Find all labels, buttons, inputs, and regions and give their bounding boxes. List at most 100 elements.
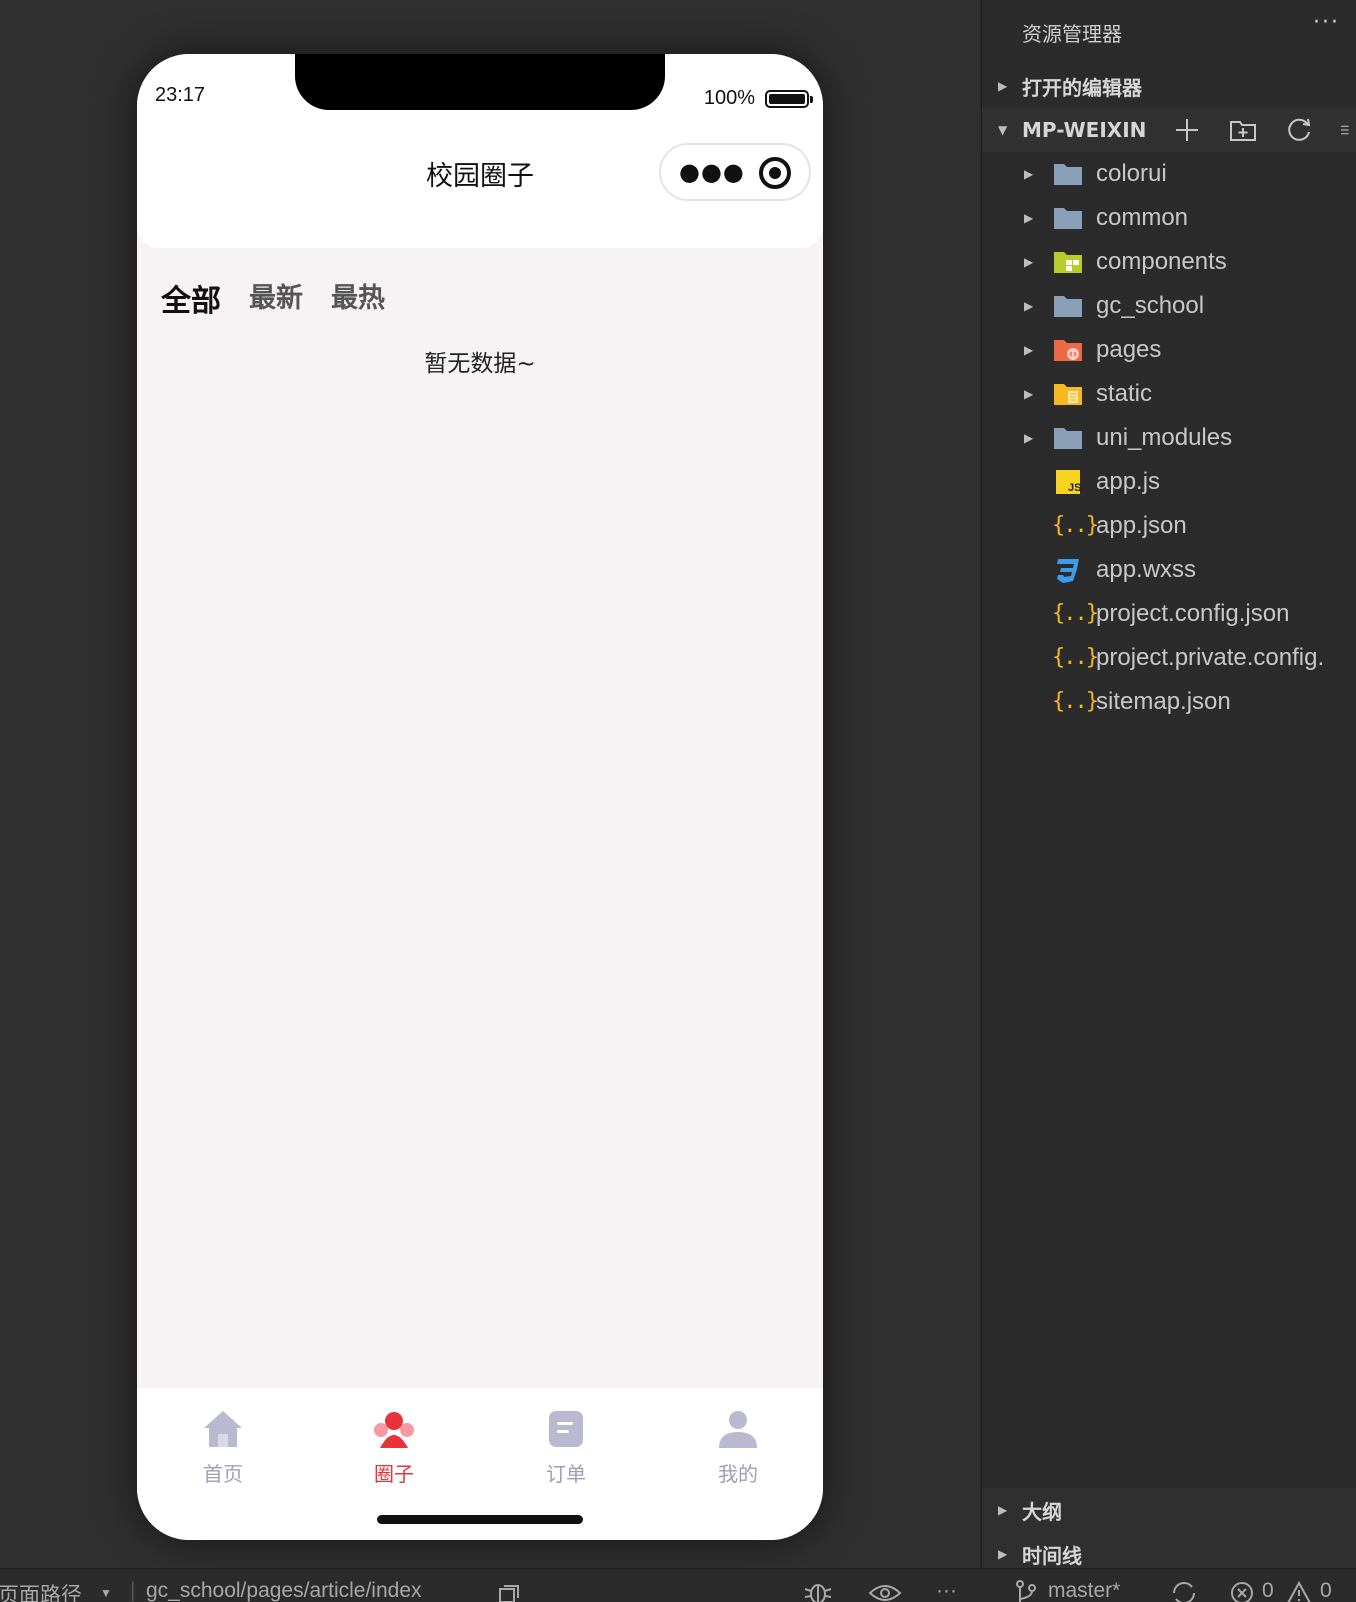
tabbar-item-order[interactable]: 订单 [526, 1408, 606, 1487]
battery-percent: 100% [703, 87, 755, 109]
tree-item-uni-modules[interactable]: ▶ uni_modules [982, 416, 1356, 460]
root-folder-row[interactable]: ▼ MP-WEIXIN [982, 108, 1356, 152]
chevron-down-icon: ▼ [998, 123, 1008, 137]
tree-item-sitemap[interactable]: {..} sitemap.json [982, 680, 1356, 724]
folder-icon [1054, 208, 1082, 229]
outline-section[interactable]: ▶ 大纲 [982, 1488, 1356, 1532]
simulator-area: 23:17 100% 校园圈子 ●●● 全部 最新 最热 暂无数据~ 首页 圈子… [0, 0, 980, 1568]
tree-item-common[interactable]: ▶ common [982, 196, 1356, 240]
status-bar: 页面路径 ▼ | gc_school/pages/article/index ·… [0, 1568, 1356, 1602]
git-branch-icon[interactable] [1014, 1579, 1038, 1602]
pages-folder-icon [1054, 340, 1082, 361]
sync-icon[interactable] [1170, 1581, 1198, 1602]
json-file-icon: {..} [1052, 601, 1099, 626]
tree-item-static[interactable]: ▶ static [982, 372, 1356, 416]
user-icon [719, 1411, 757, 1448]
root-folder-label: MP-WEIXIN [1022, 118, 1147, 142]
bottom-tabbar: 首页 圈子 订单 我的 [137, 1388, 823, 1540]
json-file-icon: {..} [1052, 645, 1099, 670]
refresh-icon[interactable] [1284, 115, 1314, 145]
more-actions-icon[interactable]: ··· [1313, 10, 1340, 35]
filter-tabs: 全部 最新 最热 [161, 276, 385, 324]
tabbar-label-order: 订单 [546, 1462, 586, 1486]
open-editors-label: 打开的编辑器 [1022, 75, 1142, 100]
explorer-title: 资源管理器 [1022, 22, 1122, 46]
git-branch-name[interactable]: master* [1048, 1579, 1120, 1602]
chevron-right-icon: ▶ [1024, 211, 1034, 225]
components-folder-icon [1054, 252, 1082, 273]
tree-item-label: app.js [1096, 468, 1161, 495]
new-folder-icon[interactable] [1228, 115, 1258, 145]
tree-item-app-json[interactable]: {..} app.json [982, 504, 1356, 548]
root-actions [1172, 115, 1356, 145]
tree-item-app-js[interactable]: JS app.js [982, 460, 1356, 504]
more-icon[interactable]: ··· [936, 1579, 957, 1602]
tree-item-gc-school[interactable]: ▶ gc_school [982, 284, 1356, 328]
divider: | [130, 1579, 136, 1602]
tab-all[interactable]: 全部 [161, 276, 221, 324]
chevron-right-icon: ▶ [1024, 387, 1034, 401]
tree-item-label: static [1096, 380, 1153, 407]
tree-item-project-private-config[interactable]: {..} project.private.config. [982, 636, 1356, 680]
tabbar-item-mine[interactable]: 我的 [698, 1408, 778, 1487]
tree-item-label: sitemap.json [1096, 688, 1231, 715]
tree-item-components[interactable]: ▶ components [982, 240, 1356, 284]
mini-program-capsule: ●●● [659, 143, 811, 201]
chevron-right-icon: ▶ [1024, 167, 1034, 181]
tree-item-label: app.json [1096, 512, 1187, 539]
new-file-icon[interactable] [1172, 115, 1202, 145]
chevron-right-icon: ▶ [998, 79, 1008, 93]
outline-label: 大纲 [1022, 1499, 1062, 1524]
phone-frame: 23:17 100% 校园圈子 ●●● 全部 最新 最热 暂无数据~ 首页 圈子… [137, 54, 823, 1540]
tab-all-label: 全部 [161, 284, 221, 319]
more-dots-icon[interactable]: ●●● [679, 158, 745, 186]
static-folder-icon [1054, 384, 1082, 405]
tabbar-item-circle[interactable]: 圈子 [354, 1408, 434, 1487]
chevron-right-icon: ▶ [1024, 431, 1034, 445]
tabbar-item-home[interactable]: 首页 [183, 1408, 263, 1487]
tree-item-colorui[interactable]: ▶ colorui [982, 152, 1356, 196]
tab-latest-label: 最新 [249, 283, 303, 314]
tab-hot-label: 最热 [331, 283, 385, 314]
chevron-right-icon: ▶ [1024, 255, 1034, 269]
tabbar-label-home: 首页 [203, 1462, 243, 1486]
css-file-icon [1057, 559, 1079, 583]
tabbar-label-circle: 圈子 [374, 1462, 414, 1486]
chevron-down-icon[interactable]: ▼ [100, 1586, 112, 1600]
tree-item-project-config[interactable]: {..} project.config.json [982, 592, 1356, 636]
svg-text:JS: JS [1068, 482, 1081, 494]
error-count[interactable]: 0 [1262, 1579, 1274, 1602]
explorer-panel: 资源管理器 ··· ▶ 打开的编辑器 ▼ MP-WEIXIN ▶ colorui… [981, 0, 1356, 1602]
tree-item-label: project.config.json [1096, 600, 1290, 627]
tab-latest[interactable]: 最新 [249, 276, 303, 320]
page-path-label[interactable]: 页面路径 [0, 1579, 82, 1602]
phone-notch [295, 54, 665, 110]
tree-item-label: gc_school [1096, 292, 1205, 319]
folder-icon [1054, 164, 1082, 185]
target-circle-icon[interactable] [759, 157, 791, 189]
chevron-right-icon: ▶ [1024, 299, 1034, 313]
tree-item-label: colorui [1096, 160, 1167, 187]
chevron-right-icon: ▶ [998, 1503, 1008, 1517]
copy-icon[interactable] [498, 1585, 520, 1602]
battery-icon [765, 90, 813, 108]
collapse-all-icon[interactable] [1340, 115, 1356, 145]
order-icon [549, 1411, 583, 1447]
warning-count[interactable]: 0 [1320, 1579, 1332, 1602]
open-editors-section[interactable]: ▶ 打开的编辑器 [982, 64, 1356, 108]
home-indicator [377, 1515, 583, 1524]
empty-state-text: 暂无数据~ [424, 351, 536, 377]
json-file-icon: {..} [1052, 689, 1099, 714]
bug-icon[interactable] [802, 1581, 834, 1602]
tab-hot[interactable]: 最热 [331, 276, 385, 320]
eye-icon[interactable] [868, 1583, 902, 1602]
tree-item-app-wxss[interactable]: app.wxss [982, 548, 1356, 592]
warning-icon[interactable] [1286, 1581, 1312, 1602]
chevron-right-icon: ▶ [998, 1547, 1008, 1561]
js-file-icon: JS [1056, 470, 1081, 494]
tabbar-label-mine: 我的 [718, 1462, 758, 1486]
tree-item-pages[interactable]: ▶ pages [982, 328, 1356, 372]
error-icon[interactable] [1230, 1581, 1254, 1602]
home-icon [204, 1411, 242, 1447]
chevron-right-icon: ▶ [1024, 343, 1034, 357]
